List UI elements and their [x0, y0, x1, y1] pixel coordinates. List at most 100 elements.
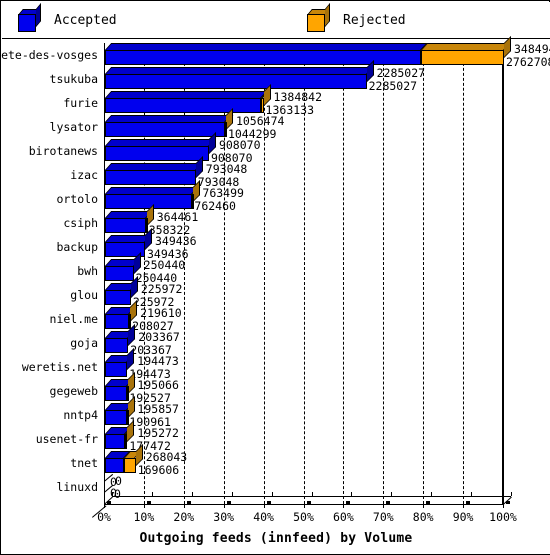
x-tick-label: 50% — [293, 510, 314, 524]
category-label: gegeweb — [49, 384, 98, 398]
bar-top-face — [105, 67, 373, 74]
value-total: 908070 — [218, 138, 261, 152]
bar-segment-rejected[interactable] — [124, 444, 143, 473]
x-tick-front — [383, 504, 385, 508]
bar-segment-accepted[interactable] — [105, 403, 134, 425]
x-tick-back — [391, 492, 393, 496]
bar-row: backup 349436 349436 — [2, 228, 550, 260]
bar-value-labels: 219610 208027 — [132, 307, 182, 332]
x-tick-back — [151, 492, 153, 496]
bar-segment-accepted[interactable] — [105, 307, 136, 329]
bar-segment-rejected[interactable] — [224, 108, 233, 137]
bar-row: nntp4 195857 190961 — [2, 396, 550, 427]
bar-value-labels: 2285027 2285027 — [369, 67, 425, 92]
cube-front-face — [307, 14, 325, 32]
bar-segment-accepted[interactable] — [105, 91, 268, 113]
chart-frame: Accepted Rejected bete-des-vosges 3484943… — [0, 0, 550, 555]
bar-front-face — [105, 386, 128, 401]
x-tick-front — [343, 504, 345, 508]
bar-row: usenet-fr 195272 177472 — [2, 420, 550, 452]
value-total: 250440 — [143, 258, 186, 272]
bar-segment-accepted[interactable] — [105, 348, 135, 377]
bar-value-labels: 268043 169606 — [138, 450, 188, 476]
bar-value-labels: 203367 203367 — [130, 331, 180, 356]
category-label: izac — [70, 168, 98, 182]
cube-icon — [18, 3, 42, 32]
bar-segment-rejected[interactable] — [126, 396, 136, 425]
bar-segment-accepted[interactable] — [105, 427, 132, 449]
x-axis-back — [112, 496, 511, 497]
bar-segment-accepted[interactable] — [105, 132, 216, 161]
bar-top-face — [421, 43, 511, 50]
bar-row: goja 203367 203367 — [2, 324, 550, 356]
bar-front-face — [105, 458, 125, 473]
x-tick-label: 80% — [412, 510, 434, 524]
chart-title: Outgoing feeds (innfeed) by Volume — [139, 531, 413, 546]
bar-segment-accepted[interactable] — [105, 211, 153, 233]
bar-segment-rejected[interactable] — [125, 420, 135, 449]
category-label: csiph — [63, 216, 98, 230]
bar-segment-rejected[interactable] — [421, 36, 511, 65]
bar-segment-accepted[interactable] — [105, 379, 134, 401]
x-tick-marker — [386, 501, 391, 504]
x-tick-label: 100% — [489, 510, 517, 524]
value-total: 268043 — [145, 450, 188, 464]
bar-segment-accepted[interactable] — [105, 451, 131, 473]
x-tick-front — [263, 504, 265, 508]
bar-front-face — [105, 434, 126, 449]
x-tick-back — [511, 492, 512, 496]
bar-segment-accepted[interactable] — [105, 187, 199, 209]
category-label: ortolo — [56, 192, 98, 206]
bar-segment-rejected[interactable] — [127, 372, 136, 401]
bar-front-face — [105, 122, 225, 137]
bar-top-face — [105, 115, 231, 122]
x-tick-label: 90% — [452, 510, 474, 524]
bar-value-labels: 195272 177472 — [129, 427, 179, 452]
bar-segment-rejected[interactable] — [146, 204, 155, 233]
bar-value-labels: 194473 194473 — [129, 355, 179, 380]
bar-front-face — [105, 170, 196, 185]
category-label: weretis.net — [21, 360, 98, 374]
bar-segment-rejected[interactable] — [192, 180, 201, 209]
x-tick-back — [191, 492, 193, 496]
x-tick-marker — [426, 501, 431, 504]
category-label: usenet-fr — [35, 432, 98, 446]
x-tick-back — [471, 492, 473, 496]
category-label: niel.me — [49, 312, 98, 326]
x-tick-back — [431, 492, 433, 496]
bar-segment-accepted[interactable] — [105, 276, 138, 305]
bar-value-labels: 349436 349436 — [147, 234, 197, 260]
category-label: birotanews — [28, 144, 98, 158]
bar-segment-accepted[interactable] — [105, 156, 203, 185]
bar-segment-accepted[interactable] — [105, 252, 141, 281]
value-total: 349436 — [155, 234, 197, 248]
bar-segment-rejected[interactable] — [128, 300, 138, 329]
bar-front-face — [105, 338, 129, 353]
bar-row: glou 225972 225972 — [2, 276, 550, 307]
bar-front-face — [125, 434, 128, 449]
bar-row: gegeweb 195066 192527 — [2, 372, 550, 403]
bar-segment-rejected[interactable] — [261, 84, 271, 113]
bar-segment-accepted[interactable] — [105, 60, 374, 89]
bar-row: tnet 268043 169606 — [2, 444, 550, 476]
value-total: 195857 — [137, 402, 179, 416]
x-tick-marker — [226, 501, 231, 504]
category-label: lysator — [49, 120, 98, 134]
value-total: 225972 — [140, 282, 183, 296]
bar-top-face — [105, 43, 428, 50]
bar-segment-accepted[interactable] — [105, 115, 231, 137]
bar-front-face — [105, 314, 129, 329]
x-tick-label: 10% — [133, 510, 155, 524]
bar-top-face — [105, 139, 216, 146]
x-tick-front — [463, 504, 465, 508]
value-total: 1056474 — [235, 114, 285, 128]
bar-front-face — [224, 122, 227, 137]
bar-front-face — [105, 146, 209, 161]
bar-front-face — [105, 410, 127, 425]
bar-value-labels: 34849432762708 — [506, 43, 550, 68]
bar-segment-accepted[interactable] — [105, 324, 136, 353]
bar-front-face — [105, 194, 193, 209]
bar-front-face — [124, 458, 136, 473]
x-tick-back — [351, 492, 353, 496]
bar-row: furie 1384842 1363133 — [2, 84, 550, 115]
